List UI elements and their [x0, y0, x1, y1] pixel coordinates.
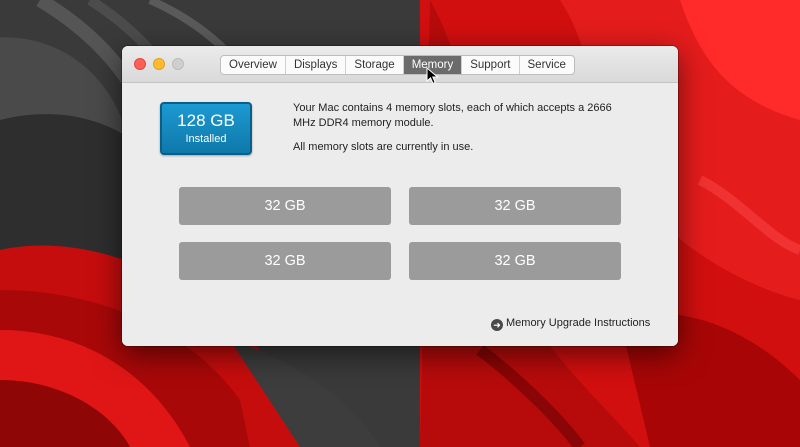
title-bar: Overview Displays Storage Memory Support… [122, 46, 678, 85]
installed-memory-badge: 128 GB Installed [160, 102, 252, 155]
memory-panel: 128 GB Installed Your Mac contains 4 mem… [122, 83, 678, 346]
about-this-mac-window: Overview Displays Storage Memory Support… [122, 46, 678, 346]
memory-slots-description: Your Mac contains 4 memory slots, each o… [293, 102, 612, 129]
tab-displays[interactable]: Displays [286, 56, 347, 74]
memory-upgrade-label: Memory Upgrade Instructions [506, 317, 651, 329]
memory-slot-2: 32 GB [409, 187, 621, 225]
tab-service[interactable]: Service [520, 56, 574, 74]
arrow-right-circle-icon: ➜ [491, 319, 503, 331]
tab-overview[interactable]: Overview [221, 56, 286, 74]
tab-support[interactable]: Support [462, 56, 520, 74]
memory-slots-status: All memory slots are currently in use. [293, 141, 474, 153]
zoom-window-button[interactable] [172, 58, 184, 70]
installed-memory-size: 128 GB [177, 111, 235, 130]
memory-slot-3: 32 GB [179, 242, 391, 280]
memory-slot-4: 32 GB [409, 242, 621, 280]
installed-memory-label: Installed [185, 133, 227, 145]
tab-storage[interactable]: Storage [346, 56, 404, 74]
memory-upgrade-link[interactable]: ➜ Memory Upgrade Instructions [491, 316, 650, 331]
minimize-window-button[interactable] [153, 58, 165, 70]
memory-description: Your Mac contains 4 memory slots, each o… [293, 101, 623, 155]
close-window-button[interactable] [134, 58, 146, 70]
memory-slot-1: 32 GB [179, 187, 391, 225]
tab-bar: Overview Displays Storage Memory Support… [220, 55, 575, 75]
